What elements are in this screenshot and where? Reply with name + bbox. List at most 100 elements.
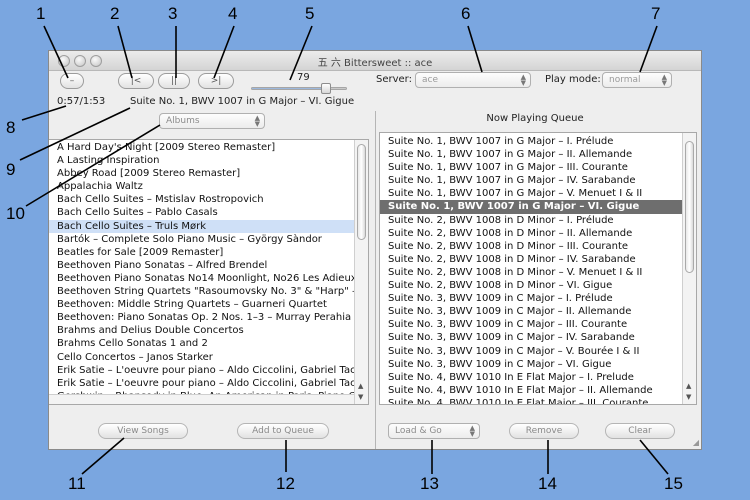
- album-list-item[interactable]: Bach Cello Suites – Pablo Casals: [49, 206, 354, 219]
- select-arrows-icon: ▲ ▼: [661, 73, 667, 87]
- queue-item[interactable]: Suite No. 1, BWV 1007 in G Major – III. …: [380, 161, 682, 174]
- album-list-item[interactable]: Erik Satie – L'oeuvre pour piano – Aldo …: [49, 377, 354, 390]
- queue-item[interactable]: Suite No. 2, BWV 1008 in D Minor – III. …: [380, 240, 682, 253]
- queue-scroll-thumb[interactable]: [685, 141, 694, 273]
- server-select[interactable]: ace ▲ ▼: [415, 72, 531, 88]
- album-list-item[interactable]: Bach Cello Suites – Truls Mørk: [49, 219, 354, 233]
- remove-button[interactable]: Remove: [509, 423, 579, 439]
- play-mode-label: Play mode:: [545, 74, 601, 85]
- album-list-item[interactable]: Beethoven: Piano Sonatas Op. 2 Nos. 1–3 …: [49, 311, 354, 324]
- volume-value: 79: [297, 72, 310, 83]
- scroll-down-icon[interactable]: ▼: [686, 393, 691, 401]
- previous-track-button[interactable]: |<: [118, 73, 154, 89]
- album-list-item[interactable]: Beethoven Piano Sonatas – Alfred Brendel: [49, 259, 354, 272]
- queue-item[interactable]: Suite No. 4, BWV 1010 In E Flat Major – …: [380, 397, 682, 404]
- annotation-label-6: 6: [461, 4, 471, 23]
- queue-item-current[interactable]: Suite No. 1, BWV 1007 in G Major – VI. G…: [380, 200, 682, 214]
- album-list-item[interactable]: Beethoven String Quartets "Rasoumovsky N…: [49, 285, 354, 298]
- annotation-label-7: 7: [651, 4, 661, 23]
- album-list-item[interactable]: Brahms Cello Sonatas 1 and 2: [49, 337, 354, 350]
- queue-heading: Now Playing Queue: [486, 113, 584, 124]
- window-title: 五 六 Bittersweet :: ace: [317, 58, 433, 69]
- title-bar: 五 六 Bittersweet :: ace: [49, 51, 701, 71]
- minus-button[interactable]: –: [60, 73, 84, 89]
- annotation-label-8: 8: [6, 118, 16, 137]
- scroll-up-icon[interactable]: ▲: [686, 382, 691, 390]
- annotation-label-15: 15: [664, 474, 683, 493]
- annotation-label-9: 9: [6, 160, 16, 179]
- annotation-label-13: 13: [420, 474, 439, 493]
- album-list-item[interactable]: Abbey Road [2009 Stereo Remaster]: [49, 167, 354, 180]
- queue-item[interactable]: Suite No. 2, BWV 1008 in D Minor – V. Me…: [380, 266, 682, 279]
- album-list: A Hard Day's Night [2009 Stereo Remaster…: [49, 140, 354, 404]
- volume-slider-fill: [252, 88, 327, 89]
- annotation-label-1: 1: [36, 4, 46, 23]
- queue-item[interactable]: Suite No. 4, BWV 1010 In E Flat Major – …: [380, 384, 682, 397]
- queue-item[interactable]: Suite No. 2, BWV 1008 in D Minor – II. A…: [380, 227, 682, 240]
- album-list-panel: A Hard Day's Night [2009 Stereo Remaster…: [49, 139, 369, 405]
- play-mode-select[interactable]: normal ▲ ▼: [602, 72, 672, 88]
- album-list-item[interactable]: A Lasting Inspiration: [49, 154, 354, 167]
- view-songs-button[interactable]: View Songs: [98, 423, 188, 439]
- album-list-scroll-thumb[interactable]: [357, 144, 366, 240]
- next-track-button[interactable]: >|: [198, 73, 234, 89]
- queue-item[interactable]: Suite No. 3, BWV 1009 in C Major – VI. G…: [380, 358, 682, 371]
- queue-item[interactable]: Suite No. 3, BWV 1009 in C Major – II. A…: [380, 305, 682, 318]
- play-mode-select-value: normal: [609, 75, 641, 85]
- queue-item[interactable]: Suite No. 3, BWV 1009 in C Major – IV. S…: [380, 331, 682, 344]
- queue-item[interactable]: Suite No. 2, BWV 1008 in D Minor – I. Pr…: [380, 214, 682, 227]
- album-list-scrollbar[interactable]: ▲ ▼: [354, 140, 368, 404]
- queue-item[interactable]: Suite No. 3, BWV 1009 in C Major – V. Bo…: [380, 345, 682, 358]
- load-go-value: Load & Go: [395, 426, 442, 436]
- album-list-item[interactable]: A Hard Day's Night [2009 Stereo Remaster…: [49, 141, 354, 154]
- scroll-down-icon[interactable]: ▼: [358, 393, 363, 401]
- album-list-item[interactable]: Bartók – Complete Solo Piano Music – Gyö…: [49, 233, 354, 246]
- select-arrows-icon: ▲ ▼: [254, 114, 260, 128]
- now-playing-title: Suite No. 1, BWV 1007 in G Major – VI. G…: [130, 96, 355, 107]
- album-list-hscrollbar[interactable]: [49, 394, 354, 404]
- server-label: Server:: [376, 74, 412, 85]
- volume-slider-knob[interactable]: [321, 83, 332, 94]
- album-list-item[interactable]: Beatles for Sale [2009 Remaster]: [49, 246, 354, 259]
- annotation-label-14: 14: [538, 474, 557, 493]
- queue-item[interactable]: Suite No. 1, BWV 1007 in G Major – I. Pr…: [380, 135, 682, 148]
- queue-panel: Suite No. 1, BWV 1007 in G Major – I. Pr…: [379, 132, 697, 405]
- album-list-item[interactable]: Erik Satie – L'oeuvre pour piano – Aldo …: [49, 364, 354, 377]
- load-go-select[interactable]: Load & Go ▲ ▼: [388, 423, 480, 439]
- queue-item[interactable]: Suite No. 2, BWV 1008 in D Minor – VI. G…: [380, 279, 682, 292]
- queue-item[interactable]: Suite No. 1, BWV 1007 in G Major – II. A…: [380, 148, 682, 161]
- annotation-label-12: 12: [276, 474, 295, 493]
- select-arrows-icon: ▲ ▼: [469, 424, 475, 438]
- annotation-label-4: 4: [228, 4, 238, 23]
- select-arrows-icon: ▲ ▼: [520, 73, 526, 87]
- pane-divider[interactable]: [375, 111, 376, 449]
- queue-item[interactable]: Suite No. 1, BWV 1007 in G Major – V. Me…: [380, 187, 682, 200]
- queue-item[interactable]: Suite No. 1, BWV 1007 in G Major – IV. S…: [380, 174, 682, 187]
- elapsed-time: 0:57/1:53: [57, 96, 106, 107]
- annotation-label-3: 3: [168, 4, 178, 23]
- album-list-item[interactable]: Beethoven: Middle String Quartets – Guar…: [49, 298, 354, 311]
- queue-scrollbar[interactable]: ▲ ▼: [682, 133, 696, 404]
- album-list-item[interactable]: Cello Concertos – Janos Starker: [49, 351, 354, 364]
- add-to-queue-button[interactable]: Add to Queue: [237, 423, 329, 439]
- pause-button[interactable]: ||: [158, 73, 190, 89]
- queue-item[interactable]: Suite No. 2, BWV 1008 in D Minor – IV. S…: [380, 253, 682, 266]
- annotation-label-5: 5: [305, 4, 315, 23]
- app-window: 五 六 Bittersweet :: ace – |< || >| 79 Ser…: [48, 50, 702, 450]
- album-list-item[interactable]: Brahms and Delius Double Concertos: [49, 324, 354, 337]
- album-list-item[interactable]: Beethoven Piano Sonatas No14 Moonlight, …: [49, 272, 354, 285]
- server-select-value: ace: [422, 75, 439, 85]
- annotation-label-11: 11: [68, 474, 86, 493]
- resize-grip-icon[interactable]: ◢: [693, 438, 699, 447]
- queue-item[interactable]: Suite No. 3, BWV 1009 in C Major – I. Pr…: [380, 292, 682, 305]
- queue-item[interactable]: Suite No. 3, BWV 1009 in C Major – III. …: [380, 318, 682, 331]
- queue-item[interactable]: Suite No. 4, BWV 1010 In E Flat Major – …: [380, 371, 682, 384]
- scroll-up-icon[interactable]: ▲: [358, 382, 363, 390]
- library-view-value: Albums: [166, 116, 200, 126]
- volume-slider[interactable]: [251, 83, 347, 94]
- queue-list: Suite No. 1, BWV 1007 in G Major – I. Pr…: [380, 133, 682, 404]
- library-view-select[interactable]: Albums ▲ ▼: [159, 113, 265, 129]
- album-list-item[interactable]: Bach Cello Suites – Mstislav Rostropovic…: [49, 193, 354, 206]
- clear-button[interactable]: Clear: [605, 423, 675, 439]
- album-list-item[interactable]: Appalachia Waltz: [49, 180, 354, 193]
